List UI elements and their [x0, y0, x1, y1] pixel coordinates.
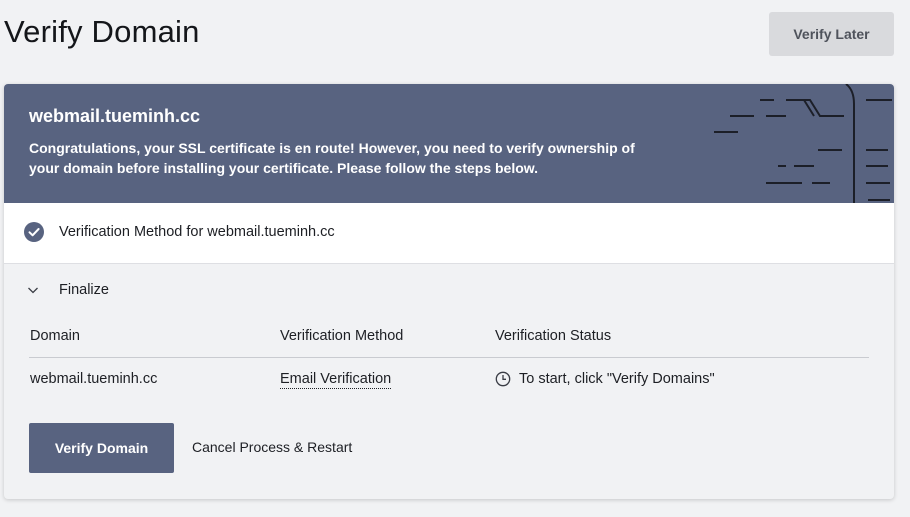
domain-cell: webmail.tueminh.cc [30, 371, 158, 387]
table-divider [29, 357, 869, 358]
verify-domain-button[interactable]: Verify Domain [29, 423, 174, 473]
verification-method-label: Verification Method for webmail.tueminh.… [59, 224, 335, 240]
check-circle-icon [24, 222, 44, 242]
column-header-verification-method: Verification Method [280, 328, 404, 344]
verification-method-step[interactable]: Verification Method for webmail.tueminh.… [4, 203, 894, 264]
verification-status-text: To start, click "Verify Domains" [519, 371, 715, 387]
finalize-toggle[interactable]: Finalize [26, 282, 109, 298]
cancel-restart-button[interactable]: Cancel Process & Restart [192, 439, 352, 455]
chevron-down-icon [28, 287, 38, 294]
banner-domain: webmail.tueminh.cc [29, 106, 201, 126]
verify-later-button[interactable]: Verify Later [769, 12, 894, 56]
column-header-domain: Domain [30, 328, 80, 344]
clock-icon [495, 371, 511, 387]
circuit-decoration [714, 84, 892, 203]
email-verification-link[interactable]: Email Verification [280, 371, 392, 389]
verification-card: webmail.tueminh.cc Congratulations, your… [4, 84, 894, 499]
verification-method-cell: Email Verification [280, 371, 392, 389]
banner-message: Congratulations, your SSL certificate is… [29, 140, 635, 176]
verification-status-cell: To start, click "Verify Domains" [495, 371, 715, 387]
banner: webmail.tueminh.cc Congratulations, your… [4, 84, 894, 203]
page-title: Verify Domain [4, 14, 200, 49]
finalize-label: Finalize [59, 282, 109, 298]
column-header-verification-status: Verification Status [495, 328, 612, 344]
